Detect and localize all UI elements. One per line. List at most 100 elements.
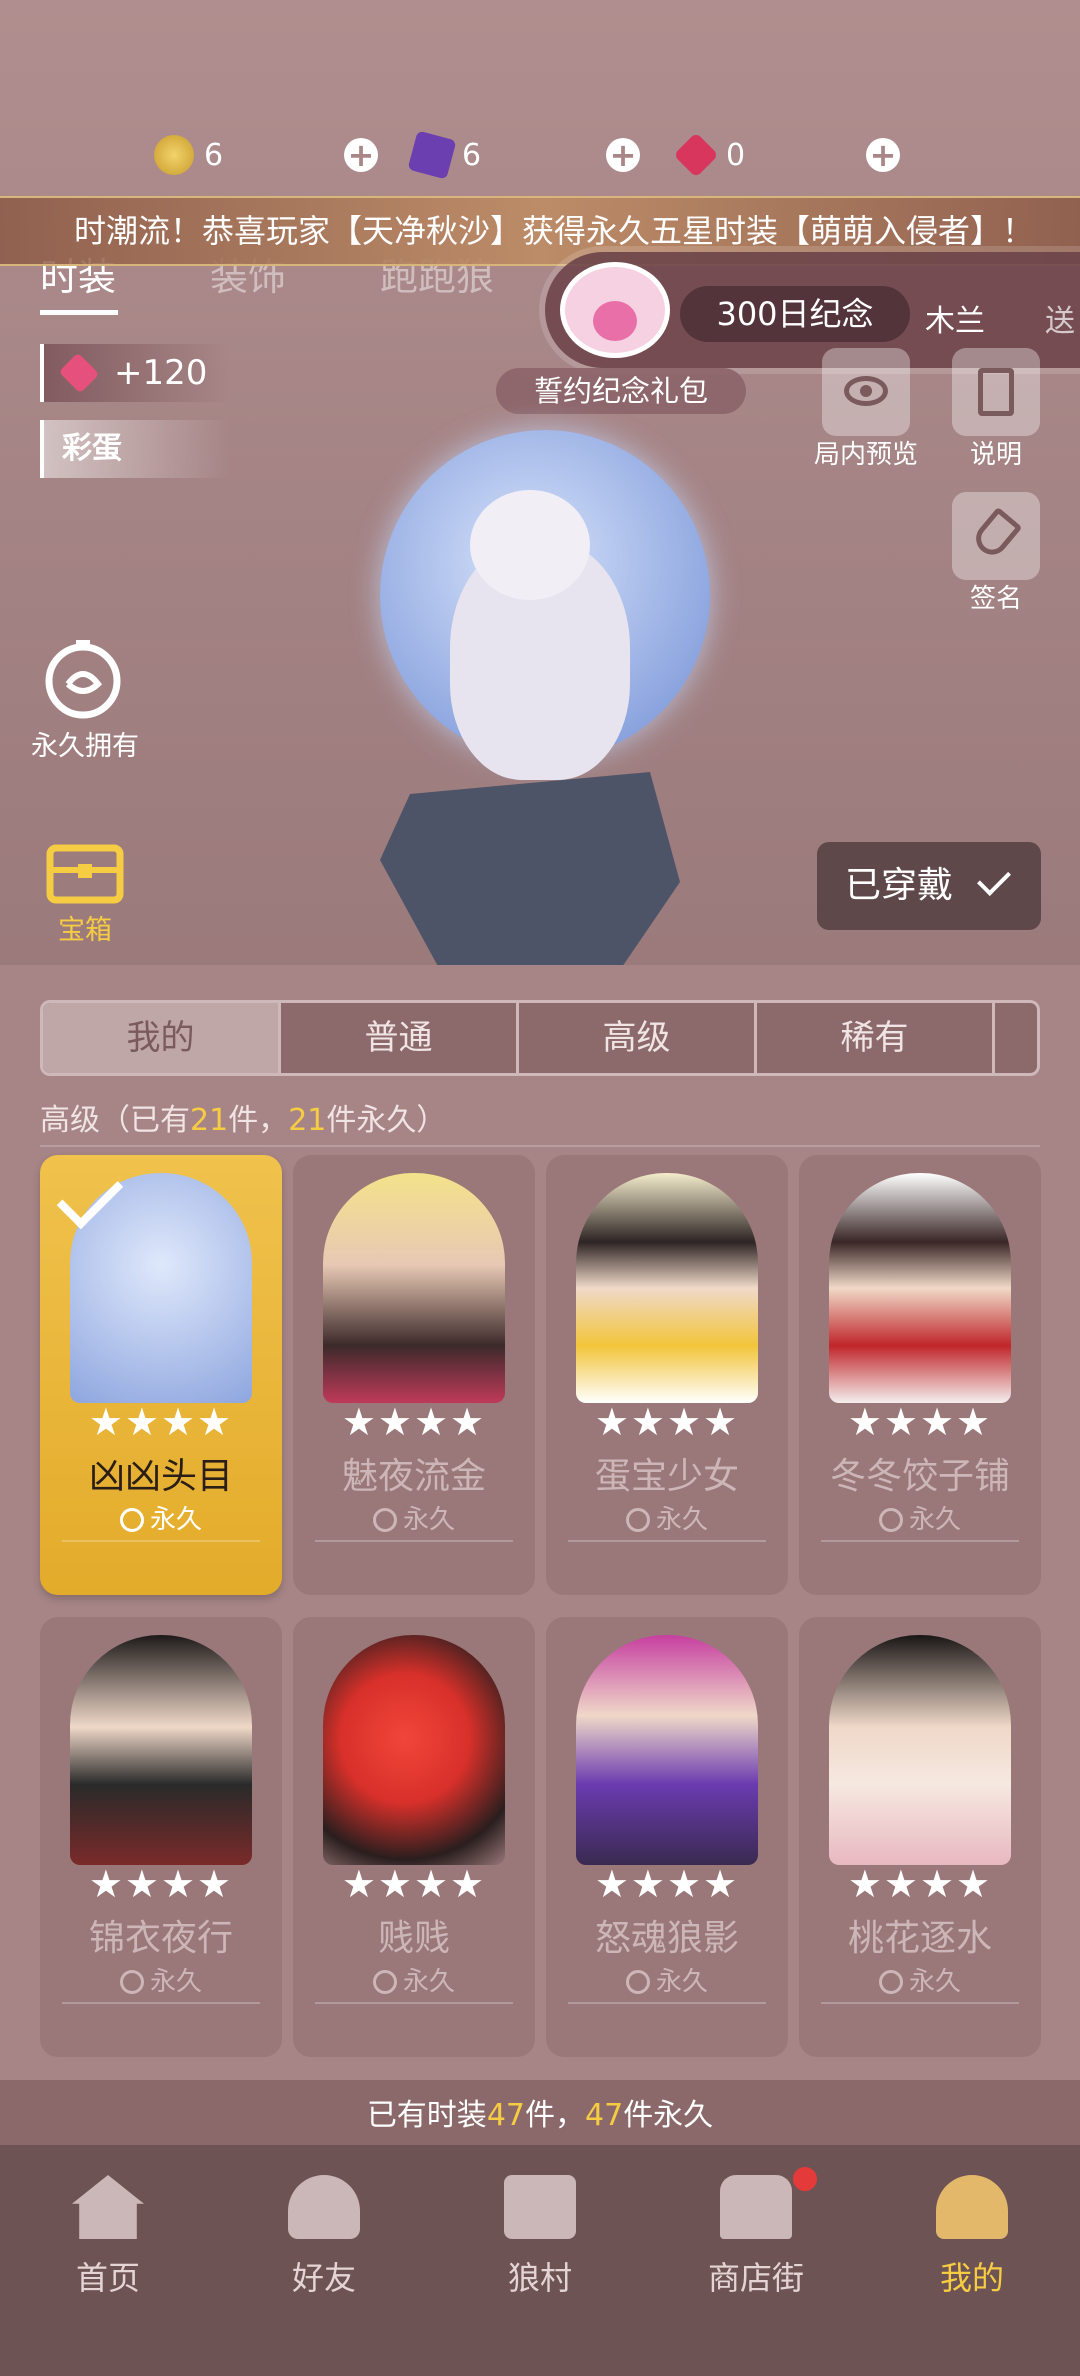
nav-home[interactable]: 首页 bbox=[0, 2145, 216, 2376]
costume-portrait bbox=[70, 1635, 252, 1865]
partner-name: 木兰 bbox=[925, 304, 985, 339]
anniversary-label: 300日纪念 bbox=[680, 286, 910, 342]
permanent-tag: 永久 bbox=[799, 1961, 1041, 1998]
friends-icon bbox=[288, 2175, 360, 2239]
clock-icon bbox=[119, 1508, 144, 1532]
costume-portrait bbox=[576, 1635, 758, 1865]
gold-coin-icon bbox=[154, 135, 194, 175]
purple-currency: 6 bbox=[407, 130, 481, 180]
costume-card[interactable]: ★★★★ 冬冬饺子铺 永久 bbox=[799, 1155, 1041, 1595]
bottom-nav: 首页 好友 狼村 商店街 我的 bbox=[0, 2145, 1080, 2376]
chest-label: 宝箱 bbox=[58, 915, 112, 946]
home-icon bbox=[72, 2175, 144, 2239]
add-gold-button[interactable]: + bbox=[344, 138, 378, 172]
easter-egg-chip[interactable]: 彩蛋 bbox=[40, 420, 230, 478]
permanent-tag: 永久 bbox=[799, 1499, 1041, 1536]
gift-pack-label[interactable]: 誓约纪念礼包 bbox=[496, 368, 746, 414]
gold-count: 6 bbox=[204, 137, 224, 173]
worn-button[interactable]: 已穿戴 bbox=[817, 842, 1041, 930]
costume-name: 锦衣夜行 bbox=[88, 1918, 233, 1959]
clock-icon bbox=[625, 1970, 650, 1994]
purple-card-icon bbox=[407, 130, 457, 180]
gem-currency: 0 bbox=[673, 130, 746, 180]
clock-icon bbox=[372, 1508, 397, 1532]
sign-button[interactable] bbox=[952, 492, 1040, 580]
costume-card[interactable]: ★★★★ 魅夜流金 永久 bbox=[293, 1155, 535, 1595]
permanent-tag: 永久 bbox=[40, 1961, 282, 1998]
card-divider bbox=[568, 1540, 766, 1542]
nav-home-label: 首页 bbox=[75, 2259, 140, 2297]
nav-village-label: 狼村 bbox=[507, 2259, 572, 2297]
card-divider bbox=[821, 1540, 1019, 1542]
divider bbox=[40, 1145, 1040, 1147]
costume-portrait bbox=[323, 1635, 505, 1865]
costume-card[interactable]: ★★★★ 贱贱 永久 bbox=[293, 1617, 535, 2057]
costume-preview bbox=[360, 420, 720, 970]
send-label[interactable]: 送 bbox=[1045, 296, 1075, 340]
costume-portrait bbox=[576, 1173, 758, 1403]
nav-shop-label: 商店街 bbox=[707, 2259, 804, 2297]
nav-mine[interactable]: 我的 bbox=[864, 2145, 1080, 2376]
sign-label: 签名 bbox=[969, 584, 1022, 614]
costume-card[interactable]: ★★★★ 锦衣夜行 永久 bbox=[40, 1617, 282, 2057]
permanent-text: 永久 bbox=[655, 1967, 708, 1997]
star-rating: ★★★★ bbox=[88, 1400, 234, 1444]
notification-badge bbox=[793, 2167, 817, 2191]
eye-icon bbox=[844, 376, 888, 406]
gem-icon bbox=[673, 132, 719, 178]
total-owned: 47 bbox=[486, 2098, 525, 2133]
category-tab-rare[interactable]: 稀有 bbox=[757, 1003, 995, 1073]
category-tab-mine[interactable]: 我的 bbox=[43, 1003, 281, 1073]
mine-icon bbox=[936, 2175, 1008, 2239]
costume-portrait bbox=[829, 1173, 1011, 1403]
preview-button[interactable] bbox=[822, 348, 910, 436]
permanent-text: 永久 bbox=[908, 1505, 961, 1535]
total-permanent: 47 bbox=[585, 2098, 624, 2133]
gem-bonus-chip: +120 bbox=[40, 344, 230, 402]
costume-name: 魅夜流金 bbox=[341, 1456, 486, 1497]
chest-icon[interactable] bbox=[40, 830, 130, 920]
permanent-text: 永久 bbox=[149, 1967, 202, 1997]
permanent-icon[interactable] bbox=[38, 636, 128, 726]
clock-icon bbox=[878, 1970, 903, 1994]
clock-icon bbox=[878, 1508, 903, 1532]
help-label: 说明 bbox=[969, 440, 1022, 470]
category-tab-normal[interactable]: 普通 bbox=[281, 1003, 519, 1073]
star-rating: ★★★★ bbox=[88, 1862, 234, 1906]
costume-card[interactable]: ★★★★ 凶凶头目 永久 bbox=[40, 1155, 282, 1595]
costume-portrait bbox=[829, 1635, 1011, 1865]
permanent-tag: 永久 bbox=[546, 1961, 788, 1998]
nav-friends[interactable]: 好友 bbox=[216, 2145, 432, 2376]
add-purple-button[interactable]: + bbox=[606, 138, 640, 172]
permanent-text: 永久 bbox=[402, 1967, 455, 1997]
total-count: 已有时装47件，47件永久 bbox=[0, 2080, 1080, 2152]
pen-icon bbox=[969, 506, 1023, 562]
star-rating: ★★★★ bbox=[594, 1862, 740, 1906]
costume-portrait bbox=[323, 1173, 505, 1403]
help-button[interactable] bbox=[952, 348, 1040, 436]
wolf-head-image bbox=[470, 490, 590, 600]
card-divider bbox=[315, 1540, 513, 1542]
count-owned: 21 bbox=[190, 1103, 229, 1138]
card-divider bbox=[568, 2002, 766, 2004]
costume-card[interactable]: ★★★★ 蛋宝少女 永久 bbox=[546, 1155, 788, 1595]
shop-icon bbox=[720, 2175, 792, 2239]
category-count: 高级（已有21件，21件永久） bbox=[40, 1095, 446, 1139]
nav-village[interactable]: 狼村 bbox=[432, 2145, 648, 2376]
costume-card[interactable]: ★★★★ 桃花逐水 永久 bbox=[799, 1617, 1041, 2057]
star-rating: ★★★★ bbox=[847, 1862, 993, 1906]
add-gem-button[interactable]: + bbox=[866, 138, 900, 172]
costume-card[interactable]: ★★★★ 怒魂狼影 永久 bbox=[546, 1617, 788, 2057]
tab-underline bbox=[40, 310, 118, 315]
permanent-label: 永久拥有 bbox=[31, 731, 139, 762]
count-prefix: 高级（已有 bbox=[40, 1103, 190, 1138]
clock-icon bbox=[119, 1970, 144, 1994]
card-divider bbox=[62, 1540, 260, 1542]
star-rating: ★★★★ bbox=[594, 1400, 740, 1444]
book-icon bbox=[978, 368, 1014, 416]
nav-shop-street[interactable]: 商店街 bbox=[648, 2145, 864, 2376]
gem-count: 0 bbox=[726, 137, 746, 173]
gold-currency: 6 bbox=[154, 130, 223, 180]
permanent-text: 永久 bbox=[402, 1505, 455, 1535]
category-tab-advanced[interactable]: 高级 bbox=[519, 1003, 757, 1073]
